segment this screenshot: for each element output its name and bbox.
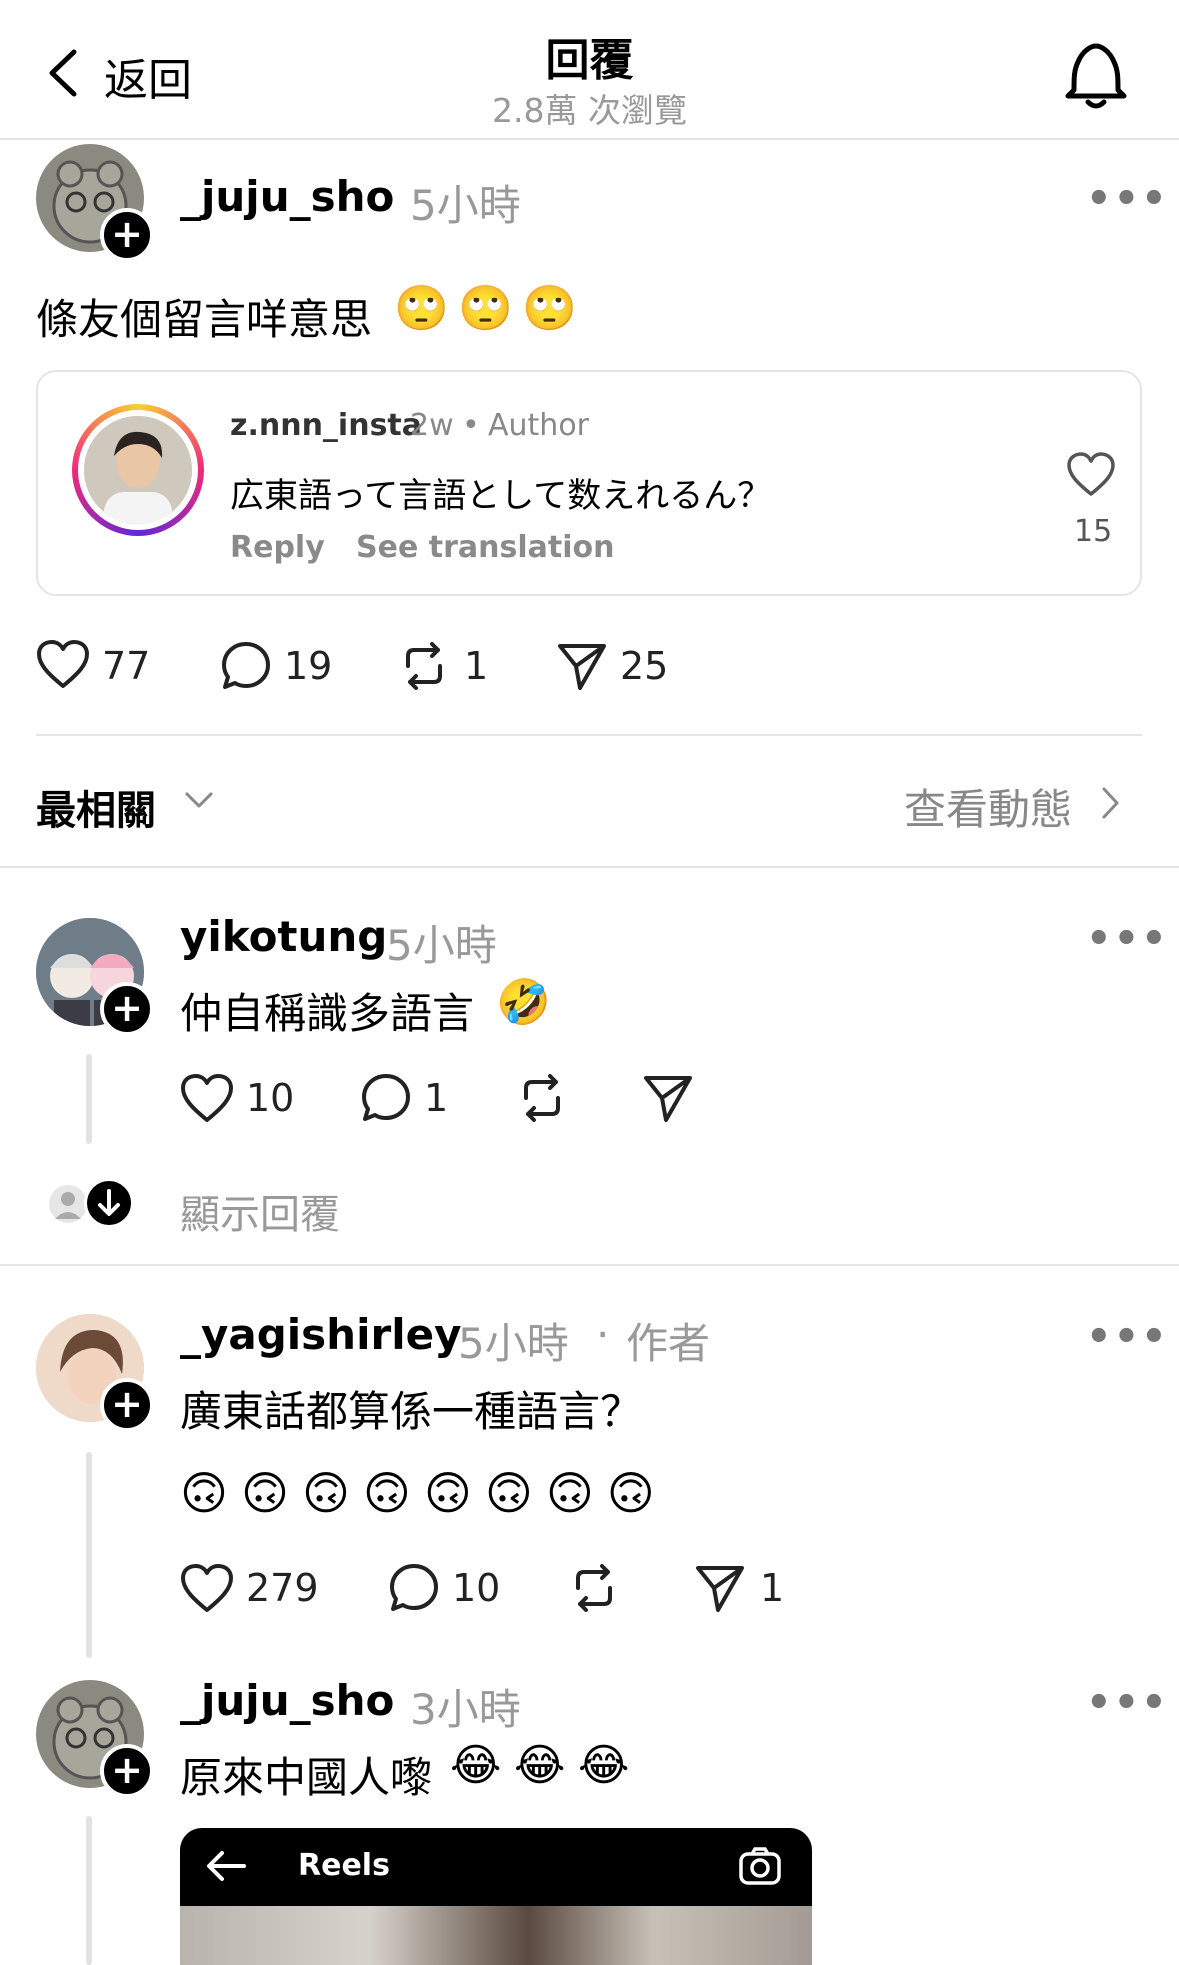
post-emoji-1: 🙄 <box>394 283 449 334</box>
quoted-dot: • <box>462 408 480 443</box>
share-count: 25 <box>620 644 669 688</box>
post-emoji-2: 🙄 <box>458 283 513 334</box>
more-options-icon[interactable]: ••• <box>1086 176 1169 222</box>
like-count: 77 <box>102 644 151 688</box>
quoted-text: 広東語って言語として数えれるん？ <box>230 476 772 516</box>
reply-username[interactable]: _yagishirley <box>180 1310 461 1359</box>
thread-line <box>86 1452 92 1658</box>
follow-plus-icon[interactable]: + <box>100 982 154 1036</box>
more-options-icon[interactable]: ••• <box>1086 1314 1169 1360</box>
quoted-avatar[interactable] <box>84 416 192 524</box>
like-count: 279 <box>246 1566 319 1610</box>
divider <box>36 734 1142 736</box>
comment-icon[interactable] <box>220 640 272 692</box>
comment-count: 10 <box>452 1566 501 1610</box>
emoji: 🙃 <box>240 1466 302 1520</box>
emoji: 🙃 <box>301 1466 363 1520</box>
like-icon[interactable] <box>180 1564 234 1614</box>
quoted-age: 2w <box>410 408 454 443</box>
share-icon[interactable] <box>694 1562 746 1614</box>
emoji: 🙃 <box>362 1466 424 1520</box>
meta-separator: · <box>596 1310 610 1359</box>
share-icon[interactable] <box>642 1072 694 1124</box>
repost-count: 1 <box>464 644 489 688</box>
quoted-username[interactable]: z.nnn_insta <box>230 408 422 443</box>
see-translation-link[interactable]: See translation <box>356 530 614 565</box>
emoji: 🙃 <box>545 1466 607 1520</box>
view-activity-link[interactable]: 查看動態 <box>904 776 1072 837</box>
emoji: 🙃 <box>180 1466 241 1520</box>
share-icon[interactable] <box>556 640 608 692</box>
like-icon[interactable] <box>180 1074 234 1124</box>
like-count: 10 <box>246 1076 295 1120</box>
arrow-left-icon <box>204 1848 248 1884</box>
reply-username[interactable]: _juju_sho <box>180 1676 394 1725</box>
post-time: 5小時 <box>410 181 521 230</box>
author-badge: 作者 <box>626 1319 711 1368</box>
show-replies-button[interactable]: 顯示回覆 <box>180 1182 340 1240</box>
bell-icon[interactable] <box>1060 36 1132 112</box>
reels-title: Reels <box>298 1848 390 1883</box>
comment-count: 19 <box>284 644 333 688</box>
reply-text: 原來中國人嚟 <box>180 1753 433 1802</box>
divider <box>0 1264 1179 1266</box>
follow-plus-icon[interactable]: + <box>100 208 154 262</box>
chevron-right-icon[interactable] <box>1100 786 1120 820</box>
view-count: 2.8萬 次瀏覽 <box>492 91 687 130</box>
like-icon[interactable] <box>36 640 90 690</box>
share-count: 1 <box>760 1566 785 1610</box>
comment-count: 1 <box>424 1076 449 1120</box>
post-emoji-3: 🙄 <box>522 283 577 334</box>
reply-username[interactable]: yikotung <box>180 912 387 961</box>
more-options-icon[interactable]: ••• <box>1086 1680 1169 1726</box>
comment-icon[interactable] <box>388 1562 440 1614</box>
reply-time: 5小時 <box>458 1319 569 1368</box>
emoji-row: 🙃🙃🙃🙃🙃🙃🙃🙃 <box>180 1466 668 1520</box>
follow-plus-icon[interactable]: + <box>100 1378 154 1432</box>
quoted-comment-card[interactable]: z.nnn_insta 2w • Author 広東語って言語として数えれるん？… <box>36 370 1142 596</box>
thread-line <box>86 1816 92 1965</box>
reels-screenshot-preview[interactable]: Reels <box>180 1828 812 1965</box>
arrow-down-icon[interactable] <box>84 1178 134 1228</box>
reply-text: 廣東話都算係一種語言？ <box>180 1387 643 1436</box>
divider <box>0 866 1179 868</box>
reel-video-frame <box>180 1906 812 1965</box>
more-options-icon[interactable]: ••• <box>1086 916 1169 962</box>
sort-dropdown[interactable]: 最相關 <box>36 778 156 836</box>
reply-emoji-3: 😂 <box>578 1740 630 1791</box>
page-title: 回覆 <box>545 35 634 86</box>
chevron-down-icon[interactable] <box>184 790 214 810</box>
reply-text: 仲自稱識多語言 <box>180 989 475 1038</box>
quoted-like-count: 15 <box>1074 514 1113 549</box>
camera-icon <box>738 1846 782 1886</box>
reply-time: 5小時 <box>386 921 497 970</box>
repost-icon[interactable] <box>516 1072 568 1124</box>
emoji: 🙃 <box>606 1466 668 1520</box>
post-text: 條友個留言咩意思 <box>36 295 373 344</box>
top-bar: 返回 回覆 2.8萬 次瀏覽 <box>0 0 1179 140</box>
reply-link[interactable]: Reply <box>230 530 325 565</box>
quoted-role: Author <box>488 408 590 443</box>
reply-emoji-1: 😂 <box>450 1740 502 1791</box>
repost-icon[interactable] <box>568 1562 620 1614</box>
reply-emoji: 🤣 <box>496 977 551 1028</box>
post-username[interactable]: _juju_sho <box>180 172 394 221</box>
follow-plus-icon[interactable]: + <box>100 1744 154 1798</box>
reply-time: 3小時 <box>410 1685 521 1734</box>
thread-line <box>86 1054 92 1144</box>
emoji: 🙃 <box>423 1466 485 1520</box>
emoji: 🙃 <box>484 1466 546 1520</box>
heart-icon[interactable] <box>1066 452 1116 498</box>
reply-emoji-2: 😂 <box>514 1740 566 1791</box>
story-ring <box>72 404 204 536</box>
repost-icon[interactable] <box>398 640 450 692</box>
comment-icon[interactable] <box>360 1072 412 1124</box>
